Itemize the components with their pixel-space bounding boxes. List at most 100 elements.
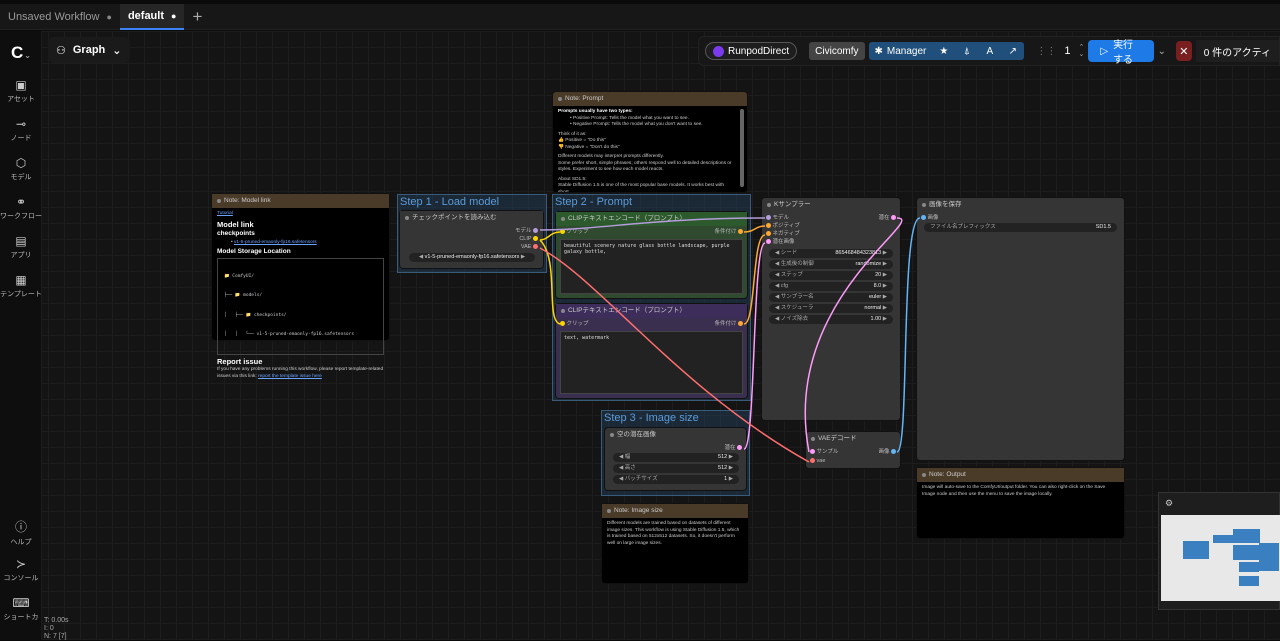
node-save-image[interactable]: 画像を保存 画像 ファイル名プレフィックス SD1.5 (917, 198, 1124, 460)
slot-label: 条件付け (714, 321, 737, 327)
node-vae-decode[interactable]: VAEデコード サンプル vae 画像 (806, 432, 900, 468)
input-positive[interactable]: ポジティブ (766, 223, 800, 229)
active-queue-button[interactable]: 0 件のアクティ (1195, 40, 1279, 62)
prompt-textarea[interactable]: text, watermark (560, 331, 743, 394)
width-widget[interactable]: ◀ 幅 512 ▶ (613, 453, 739, 462)
input-samples[interactable]: サンプル (810, 449, 838, 455)
height-widget[interactable]: ◀ 高さ 512 ▶ (613, 464, 739, 473)
input-negative[interactable]: ネガティブ (766, 231, 800, 237)
widget-value: 865468484323813 (835, 250, 882, 256)
a-icon[interactable]: A (978, 42, 1002, 60)
output-latent[interactable]: 潜在 (878, 215, 896, 221)
node-empty-latent[interactable]: 空の潜在画像 潜在 ◀ 幅 512 ▶ ◀ 高さ 512 ▶ ◀ バッチサイズ 1 ▶ (605, 428, 746, 490)
node-clip-negative[interactable]: CLIPテキストエンコード（プロンプト） クリップ 条件付け text, wat… (556, 304, 747, 398)
input-clip[interactable]: クリップ (560, 229, 589, 235)
node-title: VAEデコード (806, 432, 900, 446)
note-image-size[interactable]: Note: Image size Different models are tr… (602, 504, 748, 583)
widget-value: randomize (855, 261, 882, 267)
sidebar-item-console[interactable]: ≻ コンソール (0, 557, 42, 583)
note-text: Image will auto-save to the ComfyUI/outp… (922, 485, 1106, 497)
run-button[interactable]: ▷ 実行する (1088, 40, 1154, 66)
prompt-textarea[interactable]: beautiful scenery nature glass bottle la… (560, 239, 743, 294)
input-images[interactable]: 画像 (921, 215, 939, 221)
minimap-node (1239, 576, 1259, 586)
note-model-link[interactable]: Note: Model link Tutorial Model link che… (212, 194, 389, 379)
tutorial-link[interactable]: Tutorial (217, 211, 233, 216)
share-icon[interactable]: ↗ (1001, 42, 1025, 60)
slot-label: 潜在画像 (772, 239, 795, 245)
sidebar-item-apps[interactable]: ▤ アプリ (0, 234, 42, 260)
slot-label: 画像 (927, 215, 939, 221)
node-clip-positive[interactable]: CLIPテキストエンコード（プロンプト） クリップ 条件付け beautiful… (556, 212, 747, 298)
batch-size-widget[interactable]: ◀ バッチサイズ 1 ▶ (613, 475, 739, 484)
minimap-node (1233, 545, 1259, 560)
graph-mode-button[interactable]: ⚇ Graph ⌄ (48, 37, 130, 63)
widget-label: 生成後の制御 (780, 261, 814, 267)
node-load-checkpoint[interactable]: チェックポイントを読み込む モデル CLIP VAE ◀ v1-5-pruned… (400, 211, 543, 268)
output-latent[interactable]: 潜在 (724, 445, 742, 451)
node-ksampler[interactable]: Kサンプラー モデル ポジティブ ネガティブ 潜在画像 潜在 ◀ シード 8654… (762, 198, 900, 420)
widget-value: euler (869, 294, 882, 300)
output-vae[interactable]: VAE (521, 244, 538, 250)
note-text: 👎 Negative = "Don't do this" (558, 144, 620, 150)
tab-unsaved-workflow[interactable]: Unsaved Workflow ● (0, 4, 120, 30)
output-conditioning[interactable]: 条件付け (714, 321, 743, 327)
output-conditioning[interactable]: 条件付け (714, 229, 743, 235)
drag-handle-icon[interactable]: ⋮⋮ (1036, 46, 1056, 57)
note-prompt[interactable]: Note: Prompt Prompts usually have two ty… (553, 92, 747, 192)
input-latent-image[interactable]: 潜在画像 (766, 239, 795, 245)
checkpoint-link[interactable]: v1-5-pruned-emaonly-fp16.safetensors (234, 240, 317, 245)
filename-prefix-widget[interactable]: ファイル名プレフィックス SD1.5 (924, 223, 1117, 232)
output-image[interactable]: 画像 (878, 449, 896, 455)
ckpt-name-combo[interactable]: ◀ v1-5-pruned-emaonly-fp16.safetensors ▶ (409, 253, 535, 262)
slot-dot-icon (921, 215, 926, 221)
add-tab-button[interactable]: + (184, 7, 210, 27)
output-clip[interactable]: CLIP (519, 236, 538, 242)
control-after-generate-widget[interactable]: ◀ 生成後の制御 randomize ▶ (769, 260, 893, 269)
slot-dot-icon (533, 236, 538, 242)
console-icon: ≻ (15, 557, 27, 571)
steps-widget[interactable]: ◀ ステップ 20 ▶ (769, 271, 893, 280)
scrollbar[interactable] (740, 109, 744, 187)
output-model[interactable]: モデル (515, 228, 538, 234)
stop-button[interactable]: ✕ (1176, 41, 1192, 61)
comfy-logo-icon[interactable]: C⌄ (11, 43, 31, 63)
sidebar-item-models[interactable]: ⬡ モデル (0, 156, 42, 182)
slot-dot-icon (738, 321, 743, 327)
minimap-node (1259, 543, 1279, 571)
sidebar-item-shortcuts[interactable]: ⌨ ショートカ (0, 596, 42, 622)
cfg-widget[interactable]: ◀ cfg 8.0 ▶ (769, 282, 893, 291)
widget-label: ノイズ除去 (780, 316, 809, 322)
settings-sliders-icon[interactable]: ⚙ (1165, 498, 1173, 509)
chevron-down-icon[interactable]: ⌄ (1158, 46, 1166, 57)
sidebar-item-nodes[interactable]: ⊸ ノード (0, 117, 42, 143)
manager-button[interactable]: ✱ Manager (868, 42, 933, 60)
sidebar-item-help[interactable]: ⓘ ヘルプ (0, 518, 42, 547)
denoise-widget[interactable]: ◀ ノイズ除去 1.00 ▶ (769, 315, 893, 324)
tab-default[interactable]: default ● (119, 3, 185, 30)
minimap[interactable]: ⚙ (1158, 492, 1280, 610)
queue-count-input[interactable]: 1 (1060, 45, 1074, 57)
scheduler-widget[interactable]: ◀ スケジューラ normal ▶ (769, 304, 893, 313)
run-label: 実行する (1113, 40, 1134, 66)
minimap-viewport[interactable] (1161, 515, 1280, 601)
input-model[interactable]: モデル (766, 215, 789, 221)
note-output[interactable]: Note: Output Image will auto-save to the… (917, 468, 1124, 538)
sidebar-item-workflows[interactable]: ⚭ ワークフロー (0, 195, 42, 221)
sidebar-item-assets[interactable]: ▣ アセット (0, 78, 42, 104)
sampler-name-widget[interactable]: ◀ サンプラー名 euler ▶ (769, 293, 893, 302)
sidebar-item-templates[interactable]: ▦ テンプレート (0, 273, 42, 299)
star-icon[interactable]: ★ (932, 42, 956, 60)
cross-arrow-icon[interactable]: ⍋ (955, 42, 979, 60)
civicomfy-label: Civicomfy (815, 45, 859, 57)
seed-widget[interactable]: ◀ シード 865468484323813 ▶ (769, 249, 893, 258)
input-clip[interactable]: クリップ (560, 321, 589, 327)
report-link[interactable]: report the template issue here (258, 374, 322, 379)
civicomfy-button[interactable]: Civicomfy (809, 42, 865, 60)
tree-line: │ ├── 📁 checkpoints/ (224, 312, 287, 318)
input-vae[interactable]: vae (810, 458, 825, 464)
model-icon: ⬡ (15, 156, 27, 170)
runpod-button[interactable]: RunpodDirect (705, 42, 798, 60)
slot-dot-icon (533, 228, 538, 234)
stepper-icon[interactable]: ⌃ ⌄ (1078, 44, 1084, 58)
